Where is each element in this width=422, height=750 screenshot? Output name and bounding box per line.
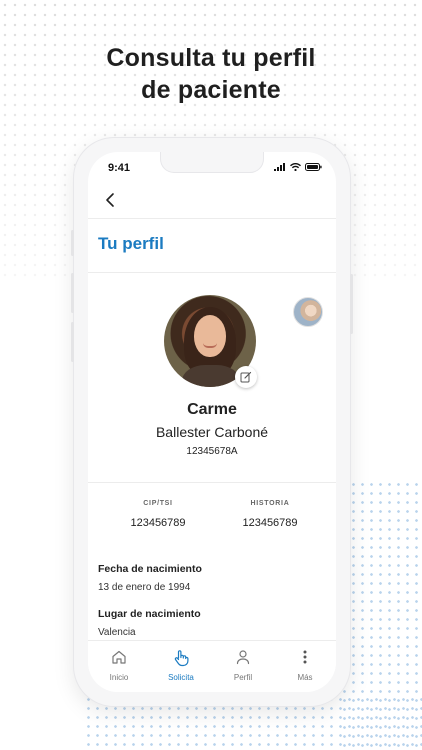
tab-inicio[interactable]: Inicio [88,649,150,682]
headline-line-2: de paciente [141,76,281,104]
tab-mas[interactable]: Más [274,649,336,682]
status-time: 9:41 [108,162,131,174]
status-icons [274,163,322,171]
profile-divider [88,482,336,483]
header-divider [88,218,336,219]
more-vertical-icon [303,650,307,664]
cip-block: CIP/TSI 123456789 [108,500,208,529]
title-divider [88,272,336,273]
avatar-face [194,315,226,357]
tap-hand-icon [174,650,189,667]
cip-label: CIP/TSI [143,500,173,507]
tab-perfil-label: Perfil [233,673,253,682]
back-arrow-icon[interactable] [102,190,120,210]
phone-side-button [71,230,74,256]
tab-mas-label: Más [297,673,313,682]
wifi-icon [290,163,301,171]
profile-document-id: 12345678A [186,446,238,457]
avatar-body [182,365,240,387]
headline-line-1: Consulta tu perfil [106,44,316,72]
bottom-tab-bar: Inicio Solicita Perfil Más [88,640,336,692]
history-block: HISTORIA 123456789 [220,500,320,529]
birth-place-value: Valencia [98,627,136,638]
phone-power-button [350,274,353,334]
birth-date-label: Fecha de nacimiento [98,563,202,575]
home-icon [112,650,126,664]
page-title: Tu perfil [98,234,164,253]
birth-date-value: 13 de enero de 1994 [98,582,191,593]
edit-photo-button[interactable] [235,366,257,388]
person-icon [236,650,250,665]
tab-solicita-label: Solicita [168,673,194,682]
switch-profile-avatar[interactable] [293,297,323,327]
history-label: HISTORIA [250,500,290,507]
birth-place-label: Lugar de nacimiento [98,608,201,620]
tab-perfil[interactable]: Perfil [212,649,274,682]
phone-side-button [71,273,74,313]
phone-side-button [71,322,74,362]
phone-notch [160,152,264,173]
profile-first-name: Carme [187,401,237,418]
cip-value: 123456789 [130,517,186,529]
profile-last-name: Ballester Carboné [155,424,269,440]
edit-icon [240,371,252,383]
phone-screen: 9:41 Tu perfil Carme Ballester Carboné 1… [88,152,336,692]
battery-icon [305,163,322,171]
tab-inicio-label: Inicio [109,673,129,682]
promo-headline: Consulta tu perfil de paciente [0,42,422,106]
cellular-signal-icon [274,163,285,171]
history-value: 123456789 [242,517,298,529]
tab-solicita[interactable]: Solicita [150,649,212,682]
